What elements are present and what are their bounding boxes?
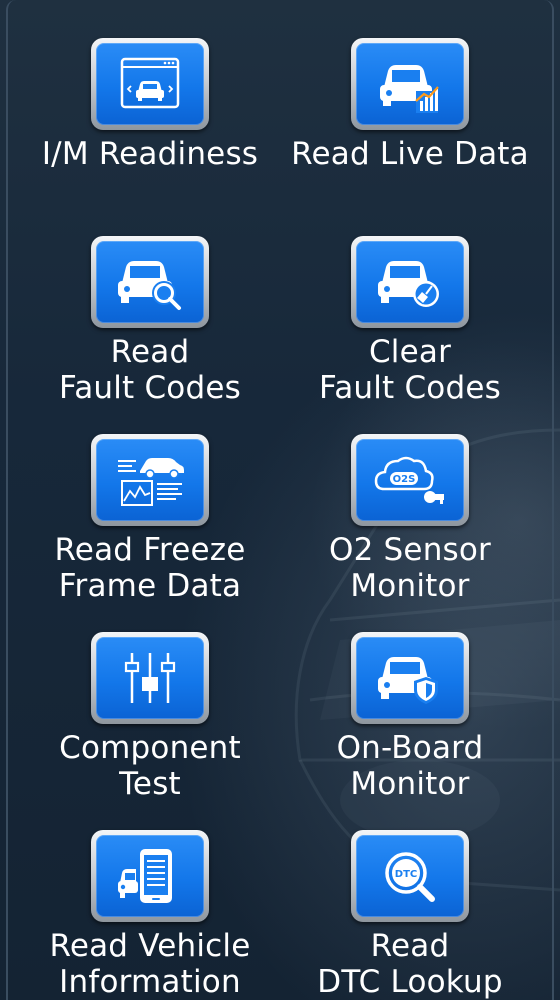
- menu-item-read-live-data[interactable]: Read Live Data: [280, 38, 540, 236]
- read-live-data-button[interactable]: [351, 38, 469, 130]
- menu-item-read-fault-codes[interactable]: Read Fault Codes: [20, 236, 280, 434]
- component-test-label: Component Test: [59, 730, 241, 802]
- car-phone-icon: [118, 849, 172, 903]
- car-chart-icon: [380, 65, 439, 113]
- clear-fault-codes-label: Clear Fault Codes: [319, 334, 501, 406]
- clear-fault-codes-button[interactable]: [351, 236, 469, 328]
- car-broom-icon: [378, 261, 439, 307]
- sliders-icon: [124, 653, 176, 703]
- o2s-sensor-icon: O2S: [374, 456, 444, 504]
- read-live-data-label: Read Live Data: [291, 136, 529, 172]
- menu-item-im-readiness[interactable]: I/M Readiness: [20, 38, 280, 236]
- monitor-car-icon: [120, 57, 180, 109]
- on-board-monitor-button[interactable]: [351, 632, 469, 724]
- o2-sensor-monitor-label: O2 Sensor Monitor: [328, 532, 492, 604]
- freeze-frame-icon: [118, 458, 184, 506]
- component-test-button[interactable]: [91, 632, 209, 724]
- car-shield-icon: [378, 657, 438, 704]
- read-vehicle-information-button[interactable]: [91, 830, 209, 922]
- app-screen: I/M Readiness Read Live Data Read Fault …: [0, 0, 560, 1000]
- menu-item-on-board-monitor[interactable]: On-Board Monitor: [280, 632, 540, 830]
- car-search-icon: [118, 261, 181, 310]
- dtc-search-icon: DTC: [385, 852, 435, 902]
- read-dtc-lookup-label: Read DTC Lookup: [317, 928, 503, 1000]
- menu-item-read-freeze-frame-data[interactable]: Read Freeze Frame Data: [20, 434, 280, 632]
- on-board-monitor-label: On-Board Monitor: [336, 730, 484, 802]
- im-readiness-button[interactable]: [91, 38, 209, 130]
- o2-sensor-monitor-button[interactable]: O2S: [351, 434, 469, 526]
- svg-text:O2S: O2S: [393, 474, 416, 485]
- menu-item-component-test[interactable]: Component Test: [20, 632, 280, 830]
- read-fault-codes-label: Read Fault Codes: [59, 334, 241, 406]
- menu-item-clear-fault-codes[interactable]: Clear Fault Codes: [280, 236, 540, 434]
- menu-item-read-vehicle-information[interactable]: Read Vehicle Information: [20, 830, 280, 1000]
- read-fault-codes-button[interactable]: [91, 236, 209, 328]
- menu-item-o2-sensor-monitor[interactable]: O2S O2 Sensor Monitor: [280, 434, 540, 632]
- read-freeze-frame-data-button[interactable]: [91, 434, 209, 526]
- read-freeze-frame-data-label: Read Freeze Frame Data: [54, 532, 246, 604]
- read-vehicle-information-label: Read Vehicle Information: [49, 928, 251, 1000]
- menu-item-read-dtc-lookup[interactable]: DTC Read DTC Lookup: [280, 830, 540, 1000]
- read-dtc-lookup-button[interactable]: DTC: [351, 830, 469, 922]
- function-menu-grid: I/M Readiness Read Live Data Read Fault …: [20, 38, 540, 1000]
- im-readiness-label: I/M Readiness: [41, 136, 259, 172]
- svg-text:DTC: DTC: [395, 869, 417, 880]
